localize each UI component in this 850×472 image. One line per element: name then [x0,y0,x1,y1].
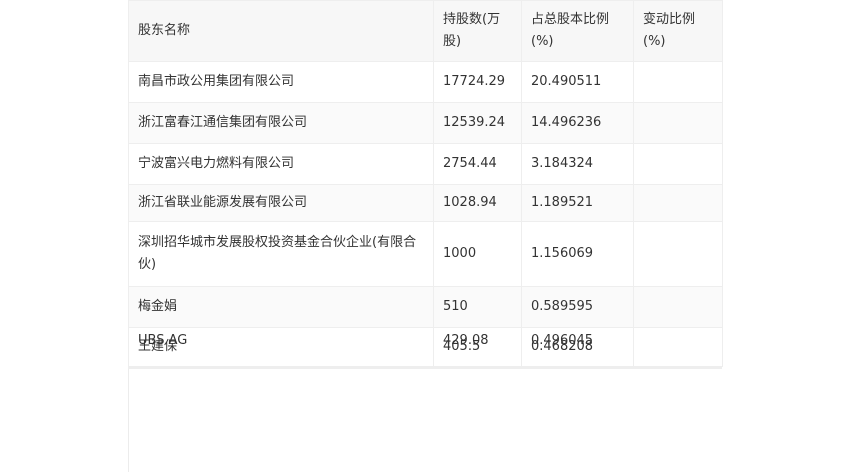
holder-change [633,286,723,328]
holder-name: 宁波富兴电力燃料有限公司 [128,143,434,185]
holder-name: 浙江富春江通信集团有限公司 [128,102,434,144]
overlap-shares-cell: 429.08 405.5 [443,329,512,366]
holder-change [633,102,723,144]
table-row: 深圳招华城市发展股权投资基金合伙企业(有限合伙) 1000 1.156069 [128,221,723,287]
holder-name: 深圳招华城市发展股权投资基金合伙企业(有限合伙) [128,221,434,287]
table-row: 浙江省联业能源发展有限公司 1028.94 1.189521 [128,184,723,222]
holder-ratio: 14.496236 [521,102,634,144]
holder-change [633,61,723,103]
holder-shares: 12539.24 [433,102,522,144]
table-row: 宁波富兴电力燃料有限公司 2754.44 3.184324 [128,143,723,185]
holder-name: 浙江省联业能源发展有限公司 [128,184,434,222]
holder-shares: 510 [433,286,522,328]
table-row-overlapping: UBS AG 王建保 429.08 405.5 0.496045 0.46820… [128,327,723,367]
holder-shares: 2754.44 [433,143,522,185]
table-bottom-border [128,366,722,369]
header-shares: 持股数(万股) [433,0,522,62]
holder-change [633,143,723,185]
table-row: 浙江富春江通信集团有限公司 12539.24 14.496236 [128,102,723,144]
overlap-ratio-cell: 0.496045 0.468208 [531,329,624,366]
holder-shares: 1000 [433,221,522,287]
header-ratio: 占总股本比例(%) [521,0,634,62]
table-row: 南昌市政公用集团有限公司 17724.29 20.490511 [128,61,723,103]
holder-ratio: 1.156069 [521,221,634,287]
holder-name: 南昌市政公用集团有限公司 [128,61,434,103]
holder-ratio: 3.184324 [521,143,634,185]
shareholders-table: 股东名称 持股数(万股) 占总股本比例(%) 变动比例(%) 南昌市政公用集团有… [128,0,723,367]
holder-change [633,221,723,287]
holder-name: 梅金娟 [128,286,434,328]
holder-shares: 1028.94 [433,184,522,222]
header-holder-name: 股东名称 [128,0,434,62]
holder-ratio: 0.589595 [521,286,634,328]
table-row: 梅金娟 510 0.589595 [128,286,723,328]
holder-name: 王建保 [138,339,178,354]
overlap-change-cell [643,329,713,366]
holder-ratio: 0.468208 [531,339,594,354]
holder-change [633,184,723,222]
overlap-name-cell: UBS AG 王建保 [138,329,424,366]
holder-ratio: 20.490511 [521,61,634,103]
holder-shares: 17724.29 [433,61,522,103]
holder-shares: 405.5 [443,339,481,354]
header-change: 变动比例(%) [633,0,723,62]
table-header-row: 股东名称 持股数(万股) 占总股本比例(%) 变动比例(%) [128,0,723,62]
holder-ratio: 1.189521 [521,184,634,222]
